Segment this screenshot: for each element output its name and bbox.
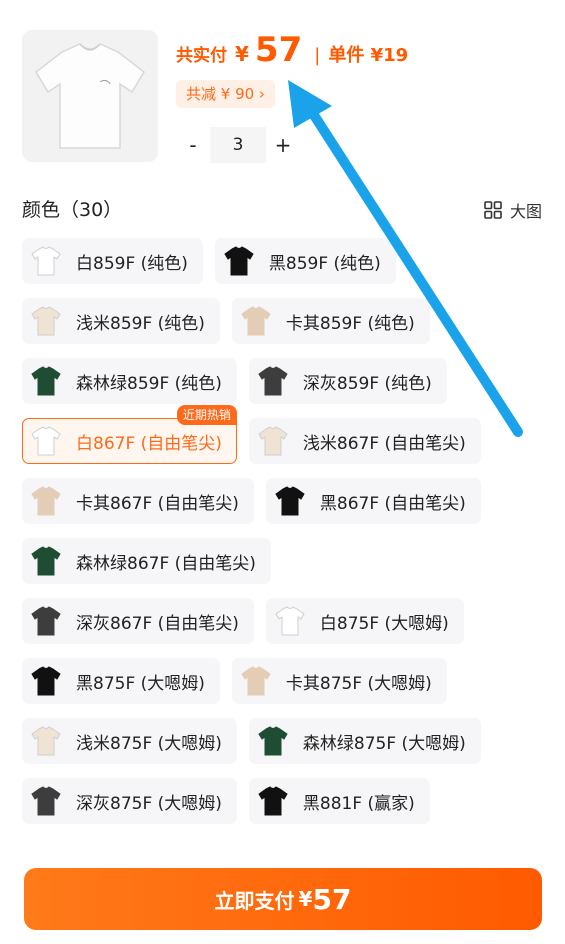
- color-option[interactable]: 浅米859F (纯色): [22, 298, 220, 344]
- color-option-label: 森林绿859F (纯色): [76, 373, 222, 394]
- tshirt-swatch: [270, 601, 310, 641]
- color-option[interactable]: 黑867F (自由笔尖): [265, 478, 481, 524]
- color-option[interactable]: 森林绿859F (纯色): [22, 358, 237, 404]
- color-option[interactable]: 深灰859F (纯色): [248, 358, 447, 404]
- color-option[interactable]: 卡其875F (大嗯姆): [231, 658, 447, 704]
- big-view-label: 大图: [509, 202, 542, 221]
- color-section-title: 颜色（30）: [22, 199, 123, 221]
- color-option-row: 黑875F (大嗯姆) 卡其875F (大嗯姆): [22, 658, 542, 718]
- color-option[interactable]: 深灰875F (大嗯姆): [22, 778, 237, 824]
- tshirt-swatch: [253, 421, 293, 461]
- tshirt-swatch: [26, 361, 66, 401]
- quantity-value[interactable]: 3: [210, 127, 266, 163]
- color-option-label: 深灰859F (纯色): [302, 373, 432, 394]
- color-option[interactable]: 白859F (纯色): [22, 238, 203, 284]
- hot-sale-badge: 近期热销: [176, 405, 237, 425]
- color-option-label: 黑881F (赢家): [302, 793, 415, 814]
- color-option[interactable]: 森林绿867F (自由笔尖): [22, 538, 271, 584]
- color-option-row: 卡其867F (自由笔尖) 黑867F (自由笔尖): [22, 478, 542, 538]
- decrease-button[interactable]: -: [176, 127, 210, 163]
- tshirt-swatch: [219, 241, 259, 281]
- color-option-label: 浅米875F (大嗯姆): [76, 733, 222, 754]
- color-option[interactable]: 黑875F (大嗯姆): [22, 658, 220, 704]
- tshirt-swatch: [236, 301, 276, 341]
- color-option-label: 森林绿875F (大嗯姆): [302, 733, 466, 754]
- color-option-row: 森林绿867F (自由笔尖): [22, 538, 542, 598]
- color-option[interactable]: 卡其867F (自由笔尖): [22, 478, 254, 524]
- color-option[interactable]: 森林绿875F (大嗯姆): [248, 718, 481, 764]
- color-options: 白859F (纯色) 黑859F (纯色) 浅米859F (纯色) 卡其859F (纯…: [22, 238, 542, 858]
- quantity-stepper: - 3 +: [176, 127, 300, 163]
- tshirt-swatch: [253, 361, 293, 401]
- tshirt-swatch: [253, 721, 293, 761]
- color-option-row: 白859F (纯色) 黑859F (纯色): [22, 238, 542, 298]
- color-option-row: 森林绿859F (纯色) 深灰859F (纯色): [22, 358, 542, 418]
- tshirt-swatch: [26, 781, 66, 821]
- color-option[interactable]: 浅米867F (自由笔尖): [248, 418, 481, 464]
- pay-currency: ¥: [298, 887, 313, 911]
- tshirt-swatch: [26, 481, 66, 521]
- color-option[interactable]: 卡其859F (纯色): [231, 298, 430, 344]
- color-option-label: 浅米867F (自由笔尖): [302, 433, 466, 454]
- tshirt-swatch: [26, 301, 66, 341]
- grid-icon: [484, 201, 502, 219]
- color-section-header: 颜色（30） 大图: [22, 192, 542, 226]
- tshirt-swatch: [26, 721, 66, 761]
- total-price-label: 共实付: [176, 46, 227, 66]
- color-option-label: 白867F (自由笔尖): [76, 433, 222, 454]
- total-price-value: 57: [254, 30, 303, 70]
- tshirt-swatch: [26, 661, 66, 701]
- pay-now-label: 立即支付: [214, 888, 295, 913]
- color-option[interactable]: 白875F (大嗯姆): [265, 598, 464, 644]
- tshirt-image: [35, 43, 145, 149]
- tshirt-swatch: [270, 481, 310, 521]
- pay-now-button[interactable]: 立即支付 ¥ 57: [24, 868, 542, 930]
- color-option-label: 黑859F (纯色): [268, 253, 381, 274]
- color-option-label: 白859F (纯色): [76, 253, 188, 274]
- color-option-row: 深灰875F (大嗯姆) 黑881F (赢家): [22, 778, 542, 838]
- color-option-label: 深灰875F (大嗯姆): [76, 793, 222, 814]
- color-option-label: 黑867F (自由笔尖): [319, 493, 466, 514]
- color-option-label: 卡其875F (大嗯姆): [285, 673, 432, 694]
- tshirt-swatch: [26, 601, 66, 641]
- color-option[interactable]: 白867F (自由笔尖) 近期热销: [22, 405, 237, 464]
- color-option[interactable]: 深灰867F (自由笔尖): [22, 598, 254, 644]
- color-option-row: 浅米859F (纯色) 卡其859F (纯色): [22, 298, 542, 358]
- price-separator: |: [314, 45, 321, 66]
- unit-price: 单件 ¥19: [328, 45, 409, 66]
- big-view-button[interactable]: 大图: [484, 198, 542, 222]
- color-option[interactable]: 黑881F (赢家): [248, 778, 430, 824]
- tshirt-swatch: [253, 781, 293, 821]
- discount-badge[interactable]: 共减 ¥ 90 ›: [176, 80, 275, 108]
- tshirt-swatch: [236, 661, 276, 701]
- order-summary: 共实付 ¥ 57 | 单件 ¥19 共减 ¥ 90 › - 3 +: [0, 0, 565, 180]
- tshirt-swatch: [26, 241, 66, 281]
- color-option-label: 黑875F (大嗯姆): [76, 673, 205, 694]
- color-option-row: 深灰867F (自由笔尖) 白875F (大嗯姆): [22, 598, 542, 658]
- total-price: 共实付 ¥ 57 | 单件 ¥19: [176, 30, 408, 70]
- product-image[interactable]: [22, 30, 158, 162]
- color-option-label: 浅米859F (纯色): [76, 313, 205, 334]
- color-option-label: 白875F (大嗯姆): [319, 613, 449, 634]
- color-option[interactable]: 黑859F (纯色): [214, 238, 396, 284]
- color-option-label: 深灰867F (自由笔尖): [76, 613, 239, 634]
- color-option-row: 浅米875F (大嗯姆) 森林绿875F (大嗯姆): [22, 718, 542, 778]
- increase-button[interactable]: +: [266, 127, 300, 163]
- color-option-row: 白867F (自由笔尖) 近期热销 浅米867F (自由笔尖): [22, 405, 542, 478]
- color-option[interactable]: 浅米875F (大嗯姆): [22, 718, 237, 764]
- tshirt-swatch: [26, 541, 66, 581]
- color-option-label: 卡其859F (纯色): [285, 313, 415, 334]
- color-option-label: 卡其867F (自由笔尖): [76, 493, 239, 514]
- tshirt-swatch: [26, 421, 66, 461]
- currency-symbol: ¥: [235, 42, 249, 66]
- color-option-label: 森林绿867F (自由笔尖): [76, 553, 256, 574]
- pay-amount: 57: [312, 882, 352, 916]
